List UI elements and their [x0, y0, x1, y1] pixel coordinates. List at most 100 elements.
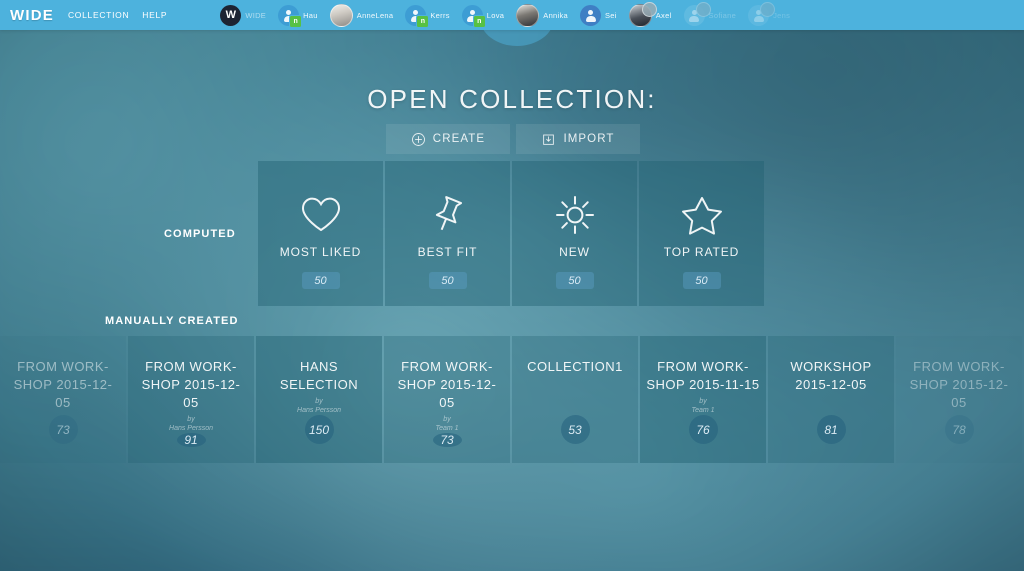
- collection-title: FROM WORK-SHOP 2015-11-15: [646, 359, 760, 392]
- avatar-stack-badge: [760, 1, 776, 17]
- avatar-label: Axel: [655, 10, 672, 20]
- computed-section-label: COMPUTED: [164, 228, 236, 240]
- avatar-item-annika[interactable]: Annika: [516, 0, 568, 30]
- collection-card[interactable]: WORKSHOP 2015-12-05 81: [768, 336, 894, 463]
- collection-by-prefix: by: [187, 416, 195, 423]
- action-button-row: CREATE IMPORT: [386, 124, 640, 154]
- computed-cards-row: MOST LIKED 50 BEST FIT 50 NEW 50 TOP RAT…: [258, 161, 764, 306]
- avatar-initial: W: [225, 8, 236, 21]
- avatar: [683, 1, 711, 26]
- avatar-label: Hau: [303, 10, 318, 20]
- avatar-label: Sei: [605, 10, 617, 20]
- avatar: n: [405, 4, 430, 28]
- import-collection-button[interactable]: IMPORT: [516, 124, 640, 154]
- collection-count: 53: [560, 415, 590, 444]
- collection-card[interactable]: HANS SELECTION by Hans Persson 150: [256, 336, 382, 463]
- import-box-icon: [543, 134, 555, 145]
- computed-card-title: MOST LIKED: [279, 245, 362, 259]
- computed-card-best-fit[interactable]: BEST FIT 50: [385, 161, 510, 306]
- avatar-item-sei[interactable]: Sei: [580, 0, 617, 30]
- star-icon: [679, 193, 725, 237]
- collection-count: 73: [432, 433, 462, 447]
- collection-count: 78: [944, 415, 974, 444]
- avatar: [516, 3, 540, 27]
- collection-title: FROM WORK-SHOP 2015-12-05: [397, 359, 497, 410]
- avatar: [628, 1, 657, 27]
- collection-card[interactable]: FROM WORK-SHOP 2015-12-05 by Team 1 73: [384, 336, 510, 463]
- collection-by-prefix: by: [443, 416, 451, 423]
- avatar: n: [278, 4, 303, 28]
- avatar-label: Annika: [543, 10, 568, 20]
- collection-card[interactable]: FROM WORK-SHOP 2015-12-05 73: [0, 336, 126, 463]
- collection-title: COLLECTION1: [527, 359, 623, 374]
- avatar-item-sofiane[interactable]: Sofiane: [683, 0, 737, 30]
- online-status-badge: n: [416, 14, 430, 28]
- create-button-label: CREATE: [432, 133, 486, 145]
- user-avatar-strip: W WIDE n Hau AnneLena n Kerrs n Lova Ann…: [220, 0, 1024, 30]
- collection-author-name: Team 1: [691, 407, 715, 414]
- collection-count: 73: [48, 415, 78, 444]
- avatar-label: Kerrs: [430, 10, 450, 20]
- avatar-item-annelena[interactable]: AnneLena: [329, 0, 394, 30]
- collection-title: FROM WORK-SHOP 2015-12-05: [141, 359, 241, 410]
- computed-card-count: 50: [555, 272, 594, 289]
- avatar: [580, 4, 601, 26]
- avatar: W: [220, 4, 242, 26]
- collection-card[interactable]: FROM WORK-SHOP 2015-12-05 by Hans Persso…: [128, 336, 254, 463]
- computed-card-most-liked[interactable]: MOST LIKED 50: [258, 161, 383, 306]
- avatar-item-jens[interactable]: Jens: [748, 0, 790, 30]
- collection-author-name: Hans Persson: [297, 407, 341, 414]
- avatar-item-kerrs[interactable]: n Kerrs: [405, 0, 449, 30]
- avatar-stack-badge: [641, 1, 657, 17]
- computed-card-top-rated[interactable]: TOP RATED 50: [639, 161, 764, 306]
- computed-card-title: NEW: [559, 245, 590, 259]
- collection-title: HANS SELECTION: [279, 359, 359, 392]
- collection-title: FROM WORK-SHOP 2015-12-05: [909, 359, 1009, 410]
- collection-title: FROM WORK-SHOP 2015-12-05: [13, 359, 113, 410]
- avatar-label: Lova: [486, 10, 505, 20]
- page-title: OPEN COLLECTION:: [367, 84, 657, 114]
- avatar: [329, 3, 353, 27]
- avatar-label: WIDE: [245, 10, 267, 20]
- avatar-item-axel[interactable]: Axel: [628, 0, 672, 30]
- online-status-badge: n: [472, 14, 486, 28]
- manual-cards-row: FROM WORK-SHOP 2015-12-05 73 FROM WORK-S…: [0, 336, 1022, 463]
- person-icon: [585, 9, 596, 22]
- computed-card-count: 50: [301, 272, 340, 289]
- collection-card[interactable]: COLLECTION1 53: [512, 336, 638, 463]
- computed-card-title: TOP RATED: [663, 245, 740, 259]
- collection-count: 150: [304, 415, 334, 444]
- collection-author: by Hans Persson: [297, 397, 341, 415]
- avatar-item-wide[interactable]: W WIDE: [220, 0, 266, 30]
- avatar-label: AnneLena: [356, 10, 394, 20]
- avatar-item-lova[interactable]: n Lova: [461, 0, 505, 30]
- collection-author: by Hans Persson: [169, 415, 213, 433]
- collection-count: 81: [816, 415, 846, 444]
- computed-card-count: 50: [428, 272, 467, 289]
- collection-author: by Team 1: [691, 397, 714, 415]
- manual-section-label: MANUALLY CREATED: [105, 315, 239, 327]
- create-collection-button[interactable]: CREATE: [386, 124, 510, 154]
- computed-card-new[interactable]: NEW 50: [512, 161, 637, 306]
- collection-count: 91: [176, 433, 206, 447]
- avatar: [748, 1, 776, 26]
- collection-title: WORKSHOP 2015-12-05: [790, 359, 872, 392]
- computed-card-count: 50: [682, 272, 721, 289]
- collection-card[interactable]: FROM WORK-SHOP 2015-12-05 78: [896, 336, 1022, 463]
- pin-icon: [426, 193, 470, 237]
- nav-link-collection[interactable]: COLLECTION: [68, 10, 129, 20]
- nav-link-help[interactable]: HELP: [142, 10, 167, 20]
- avatar-item-hau[interactable]: n Hau: [278, 0, 318, 30]
- avatar: n: [461, 4, 486, 28]
- import-button-label: IMPORT: [563, 133, 615, 145]
- computed-card-title: BEST FIT: [417, 245, 478, 259]
- collection-by-prefix: by: [699, 398, 707, 405]
- collection-author-name: Team 1: [435, 425, 459, 432]
- collection-card[interactable]: FROM WORK-SHOP 2015-11-15 by Team 1 76: [640, 336, 766, 463]
- avatar-label: Jens: [773, 10, 791, 20]
- collection-count: 76: [688, 415, 718, 444]
- app-logo[interactable]: WIDE: [10, 7, 54, 24]
- collection-author-name: Hans Persson: [169, 425, 213, 432]
- sun-icon: [553, 193, 597, 237]
- heart-icon: [299, 193, 343, 237]
